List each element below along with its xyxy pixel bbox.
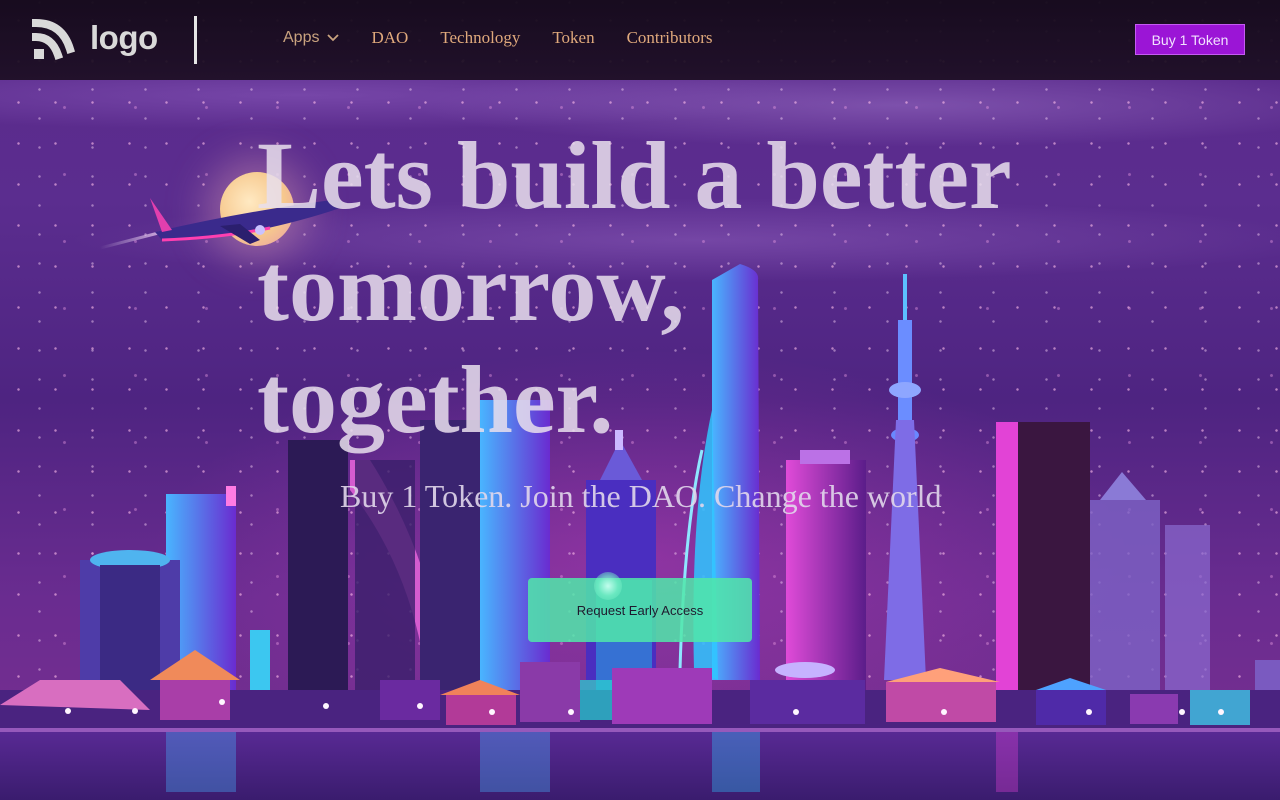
nav-contributors[interactable]: Contributors	[627, 28, 713, 48]
cursor-glow	[594, 572, 622, 600]
nav-apps-label: Apps	[283, 29, 320, 46]
logo[interactable]: logo	[32, 14, 158, 62]
nav-dao[interactable]: DAO	[371, 28, 408, 48]
nav-technology[interactable]: Technology	[440, 28, 520, 48]
top-navbar: logo Apps DAO Technology Token Contribut…	[0, 0, 1280, 80]
logo-text: logo	[90, 19, 158, 56]
nav-apps[interactable]: Apps	[283, 29, 340, 47]
request-early-access-button[interactable]: Request Early Access	[528, 578, 752, 642]
nav-token[interactable]: Token	[552, 28, 594, 48]
logo-mark-icon	[32, 18, 76, 61]
chevron-down-icon	[327, 34, 340, 42]
hero-title: Lets build a better tomorrow, together.	[257, 122, 1010, 453]
main-nav: Apps DAO Technology Token Contributors	[283, 28, 745, 48]
header-divider	[194, 16, 197, 64]
hero-subtitle: Buy 1 Token. Join the DAO. Change the wo…	[340, 478, 942, 514]
buy-token-button[interactable]: Buy 1 Token	[1135, 24, 1245, 55]
